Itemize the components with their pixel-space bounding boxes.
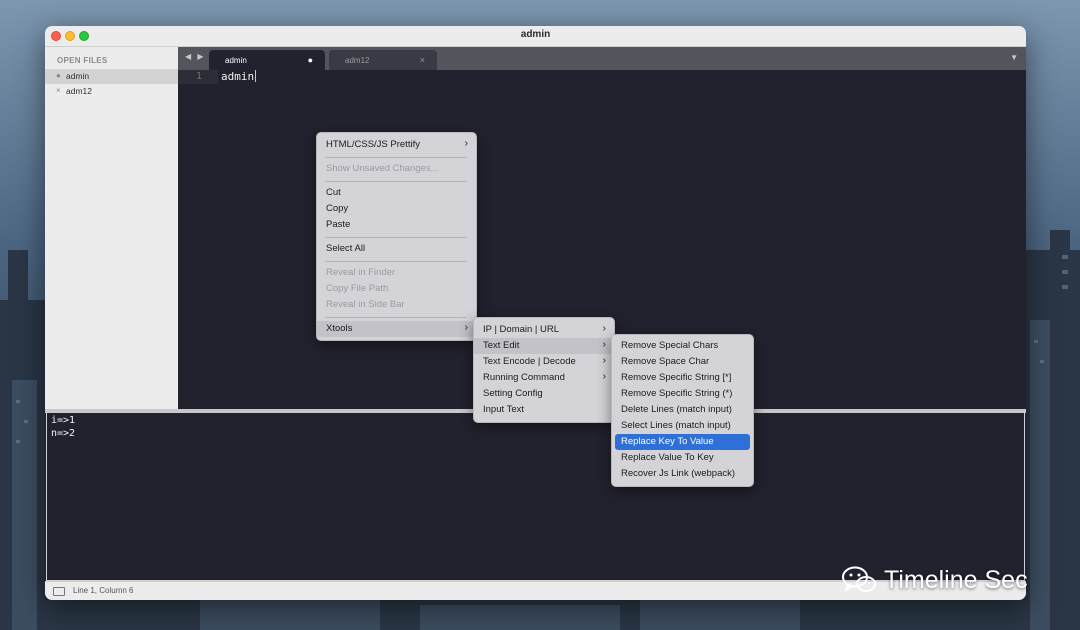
code-text: admin [221, 70, 255, 83]
menu-item-input-text[interactable]: Input Text [474, 402, 614, 418]
tab-list-dropdown-icon[interactable]: ▼ [1010, 53, 1018, 62]
menu-item-label: Replace Value To Key [621, 452, 714, 463]
menu-item-replace-key-to-value[interactable]: Replace Key To Value [615, 434, 750, 450]
close-file-icon[interactable]: × [56, 86, 61, 95]
menu-item-label: Running Command [483, 372, 565, 383]
menu-item-label: IP | Domain | URL [483, 324, 560, 335]
menu-item-show-unsaved: Show Unsaved Changes... [317, 161, 476, 177]
sidebar-item-admin[interactable]: ● admin [45, 69, 178, 84]
menu-item-xtools[interactable]: Xtools › [317, 321, 476, 337]
menu-item-label: Remove Space Char [621, 356, 710, 367]
tab-bar: ◀ ▶ admin ● adm12 × ▼ [178, 47, 1026, 70]
menu-item-ip-domain-url[interactable]: IP | Domain | URL › [474, 322, 614, 338]
menu-item-label: Remove Specific String [*] [621, 372, 732, 383]
tab-label: adm12 [345, 56, 370, 65]
chevron-right-icon: › [602, 355, 606, 366]
unsaved-dot-icon: ● [56, 71, 61, 80]
title-bar: admin [45, 26, 1026, 47]
menu-item-reveal-sidebar: Reveal in Side Bar [317, 297, 476, 313]
menu-separator [325, 181, 467, 182]
menu-item-label: Cut [326, 187, 341, 198]
menu-item-label: Remove Special Chars [621, 340, 719, 351]
status-bar: Line 1, Column 6 [45, 581, 1026, 600]
menu-item-label: Copy [326, 203, 349, 214]
xtools-submenu: IP | Domain | URL › Text Edit › Text Enc… [473, 317, 615, 423]
menu-item-label: Recover Js Link (webpack) [621, 468, 736, 479]
code-line[interactable]: admin [221, 70, 257, 83]
menu-item-label: Show Unsaved Changes... [326, 163, 439, 174]
menu-separator [325, 157, 467, 158]
editor-window: admin OPEN FILES ● admin × adm12 ◀ ▶ adm… [45, 26, 1026, 600]
output-panel[interactable]: i=>1 n=>2 [46, 413, 1025, 581]
sidebar-item-adm12[interactable]: × adm12 [45, 84, 178, 99]
console-line: n=>2 [51, 428, 76, 439]
chevron-right-icon: › [464, 138, 468, 149]
menu-item-reveal-finder: Reveal in Finder [317, 265, 476, 281]
watermark-text: Timeline Sec [884, 566, 1028, 594]
menu-item-label: Copy File Path [326, 283, 389, 294]
menu-item-select-all[interactable]: Select All [317, 241, 476, 257]
tab-nav-arrows-icon[interactable]: ◀ ▶ [185, 52, 206, 61]
menu-item-label: Text Encode | Decode [483, 356, 576, 367]
console-line: i=>1 [51, 415, 76, 426]
context-menu: HTML/CSS/JS Prettify › Show Unsaved Chan… [316, 132, 477, 341]
sidebar-header: OPEN FILES [57, 56, 108, 65]
line-number: 1 [196, 71, 203, 82]
text-edit-submenu: Remove Special Chars Remove Space Char R… [611, 334, 754, 487]
menu-item-copy-file-path: Copy File Path [317, 281, 476, 297]
window-title: admin [520, 29, 551, 40]
menu-item-label: HTML/CSS/JS Prettify [326, 139, 420, 150]
menu-item-recover-js-link[interactable]: Recover Js Link (webpack) [612, 466, 753, 482]
sidebar-item-label: adm12 [66, 86, 92, 96]
wechat-icon [842, 566, 876, 592]
menu-item-label: Delete Lines (match input) [621, 404, 732, 415]
tab-admin[interactable]: admin ● [209, 50, 325, 70]
menu-item-text-edit[interactable]: Text Edit › [474, 338, 614, 354]
menu-item-label: Setting Config [483, 388, 543, 399]
menu-item-paste[interactable]: Paste [317, 217, 476, 233]
chevron-right-icon: › [602, 339, 606, 350]
tab-adm12[interactable]: adm12 × [329, 50, 437, 70]
menu-item-text-encode-decode[interactable]: Text Encode | Decode › [474, 354, 614, 370]
menu-item-copy[interactable]: Copy [317, 201, 476, 217]
menu-separator [325, 237, 467, 238]
menu-item-label: Select Lines (match input) [621, 420, 731, 431]
menu-separator [325, 317, 467, 318]
sidebar: OPEN FILES ● admin × adm12 [45, 47, 178, 409]
menu-item-remove-special-chars[interactable]: Remove Special Chars [612, 338, 753, 354]
menu-item-label: Replace Key To Value [621, 436, 714, 447]
menu-item-label: Text Edit [483, 340, 520, 351]
menu-item-label: Reveal in Finder [326, 267, 396, 278]
chevron-right-icon: › [464, 322, 468, 333]
cursor-position: Line 1, Column 6 [73, 586, 134, 595]
menu-item-label: Xtools [326, 323, 353, 334]
menu-item-remove-specific-string-bracket[interactable]: Remove Specific String [*] [612, 370, 753, 386]
menu-item-remove-space-char[interactable]: Remove Space Char [612, 354, 753, 370]
menu-item-prettify[interactable]: HTML/CSS/JS Prettify › [317, 137, 476, 153]
menu-item-label: Paste [326, 219, 351, 230]
tab-label: admin [225, 56, 247, 65]
menu-item-label: Input Text [483, 404, 525, 415]
menu-item-replace-value-to-key[interactable]: Replace Value To Key [612, 450, 753, 466]
menu-item-cut[interactable]: Cut [317, 185, 476, 201]
menu-item-delete-lines[interactable]: Delete Lines (match input) [612, 402, 753, 418]
menu-item-select-lines[interactable]: Select Lines (match input) [612, 418, 753, 434]
chevron-right-icon: › [602, 323, 606, 334]
menu-item-label: Select All [326, 243, 366, 254]
sidebar-item-label: admin [66, 71, 90, 81]
chevron-right-icon: › [602, 371, 606, 382]
panel-toggle-icon[interactable] [53, 587, 65, 596]
menu-item-setting-config[interactable]: Setting Config [474, 386, 614, 402]
unsaved-dot-icon[interactable]: ● [308, 55, 313, 65]
menu-item-remove-specific-string-paren[interactable]: Remove Specific String (*) [612, 386, 753, 402]
menu-separator [325, 261, 467, 262]
close-tab-icon[interactable]: × [420, 55, 425, 65]
text-caret [255, 70, 257, 82]
menu-item-label: Remove Specific String (*) [621, 388, 733, 399]
menu-item-running-command[interactable]: Running Command › [474, 370, 614, 386]
menu-item-label: Reveal in Side Bar [326, 299, 405, 310]
